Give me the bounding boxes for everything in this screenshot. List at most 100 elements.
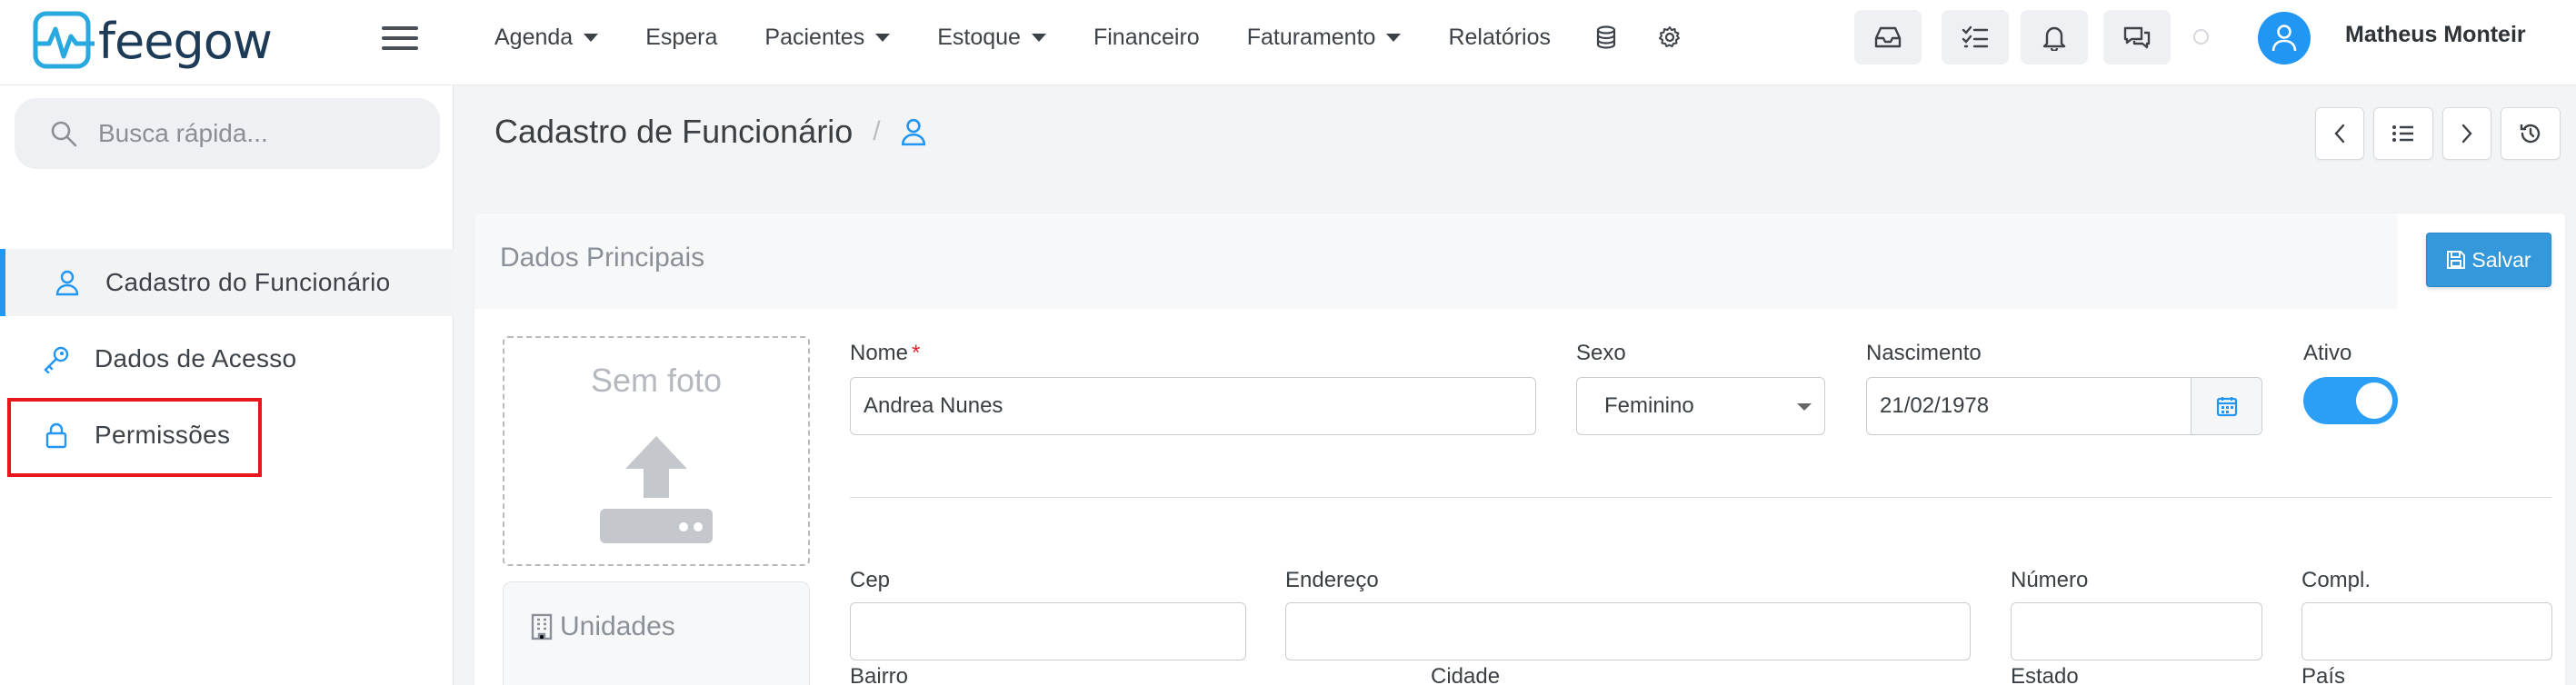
database-icon[interactable] [1591,22,1622,53]
key-icon [40,342,73,375]
status-indicator [2193,29,2209,45]
bell-icon [2042,26,2066,51]
history-icon [2520,124,2541,144]
unidades-label: Unidades [560,611,675,641]
sidebar-item-label: Cadastro do Funcionário [105,268,391,296]
required-mark: * [912,341,921,365]
nascimento-value: 21/02/1978 [1880,393,1990,418]
nav-pacientes[interactable]: Pacientes [764,24,891,51]
nav-agenda[interactable]: Agenda [494,24,599,51]
inbox-button[interactable] [1854,10,1922,65]
nav-estoque[interactable]: Estoque [937,25,1046,51]
unidades-section: Unidades [503,581,810,685]
page-header: Cadastro de Funcionário / [454,85,2576,180]
page-title: Cadastro de Funcionário [494,113,854,150]
sexo-select[interactable]: Feminino [1576,377,1825,435]
section-divider [850,497,2551,498]
search-icon [51,121,77,147]
photo-upload[interactable]: Sem foto [503,336,810,566]
caret-down-icon [1031,33,1046,42]
breadcrumb: Cadastro de Funcionário / [494,113,926,151]
top-bar: feegow Agenda Espera Pacientes Estoque F… [0,0,2576,85]
caret-down-icon [875,33,891,42]
caret-down-icon [1797,403,1812,411]
toggle-knob [2356,382,2392,419]
checklist-icon [1962,25,1989,48]
save-label: Salvar [2471,247,2531,272]
sexo-value: Feminino [1604,393,1694,418]
chat-icon [2123,26,2151,49]
breadcrumb-separator: / [873,116,881,146]
record-nav-buttons [2315,107,2561,160]
highlight-box [7,398,262,477]
caret-down-icon [584,33,599,42]
ativo-toggle[interactable] [2303,377,2398,424]
sidebar-item-label: Dados de Acesso [95,344,297,372]
nome-label-text: Nome [850,341,909,365]
history-button[interactable] [2501,107,2561,160]
nascimento-input[interactable]: 21/02/1978 [1866,377,2262,435]
bairro-label: Bairro [850,664,909,685]
pais-label: País [2301,664,2346,685]
building-icon [531,613,553,640]
user-icon [2271,25,2297,52]
list-button[interactable] [2373,107,2433,160]
nav-espera[interactable]: Espera [645,25,717,51]
numero-label: Número [2011,568,2089,592]
no-photo-label: Sem foto [590,362,723,399]
cidade-label: Cidade [1431,664,1501,685]
search-input[interactable] [98,119,407,148]
nav-financeiro[interactable]: Financeiro [1093,25,1200,51]
nav-faturamento[interactable]: Faturamento [1247,25,1402,51]
brand-name: feegow [98,12,273,70]
main-nav: Agenda Espera Pacientes Estoque Financei… [471,0,1702,74]
quick-search[interactable] [15,98,440,169]
user-name[interactable]: Matheus Monteir [2345,22,2526,48]
sidebar-item-dados-acesso[interactable]: Dados de Acesso [0,325,454,392]
nome-label: Nome * [850,341,920,366]
heartbeat-logo-icon [33,11,95,69]
list-icon [2392,125,2413,142]
endereco-input[interactable] [1285,602,1971,660]
next-button[interactable] [2442,107,2491,160]
nav-faturamento-label: Faturamento [1246,24,1376,50]
main-panel: Dados Principais Salvar Sem foto Unidade… [474,213,2565,685]
sidebar: Cadastro do Funcionário Dados de Acesso … [0,85,454,685]
nascimento-label: Nascimento [1866,341,1982,365]
user-icon [51,266,84,299]
nav-relatorios-label: Relatórios [1448,24,1552,50]
save-button[interactable]: Salvar [2426,233,2551,287]
compl-input[interactable] [2301,602,2552,660]
inbox-icon [1874,26,1902,48]
sexo-label: Sexo [1576,341,1626,365]
nav-estoque-label: Estoque [937,24,1021,50]
numero-input[interactable] [2011,602,2262,660]
checklist-button[interactable] [1942,10,2009,65]
notifications-button[interactable] [2021,10,2088,65]
user-icon [901,118,925,146]
unidades-title: Unidades [529,611,675,642]
cep-label: Cep [850,568,891,592]
menu-toggle-icon[interactable] [382,20,418,56]
upload-icon [600,436,713,543]
floppy-disk-icon [2447,251,2466,269]
avatar[interactable] [2258,12,2311,65]
nav-agenda-label: Agenda [494,24,574,50]
nav-pacientes-label: Pacientes [764,24,865,50]
panel-title: Dados Principais [500,243,705,273]
calendar-icon [2216,397,2237,417]
panel-header: Dados Principais [474,213,2397,309]
nav-relatorios[interactable]: Relatórios [1448,25,1551,51]
estado-label: Estado [2011,664,2079,685]
gear-icon[interactable] [1654,22,1685,53]
compl-label: Compl. [2301,568,2371,592]
chat-button[interactable] [2103,10,2171,65]
previous-button[interactable] [2315,107,2364,160]
chevron-right-icon [2461,124,2472,144]
cep-input[interactable] [850,602,1246,660]
ativo-label: Ativo [2303,341,2352,365]
sidebar-item-cadastro[interactable]: Cadastro do Funcionário [0,249,454,316]
nome-input[interactable] [850,377,1536,435]
calendar-button[interactable] [2191,378,2261,434]
feegow-logo[interactable]: feegow [31,7,273,74]
